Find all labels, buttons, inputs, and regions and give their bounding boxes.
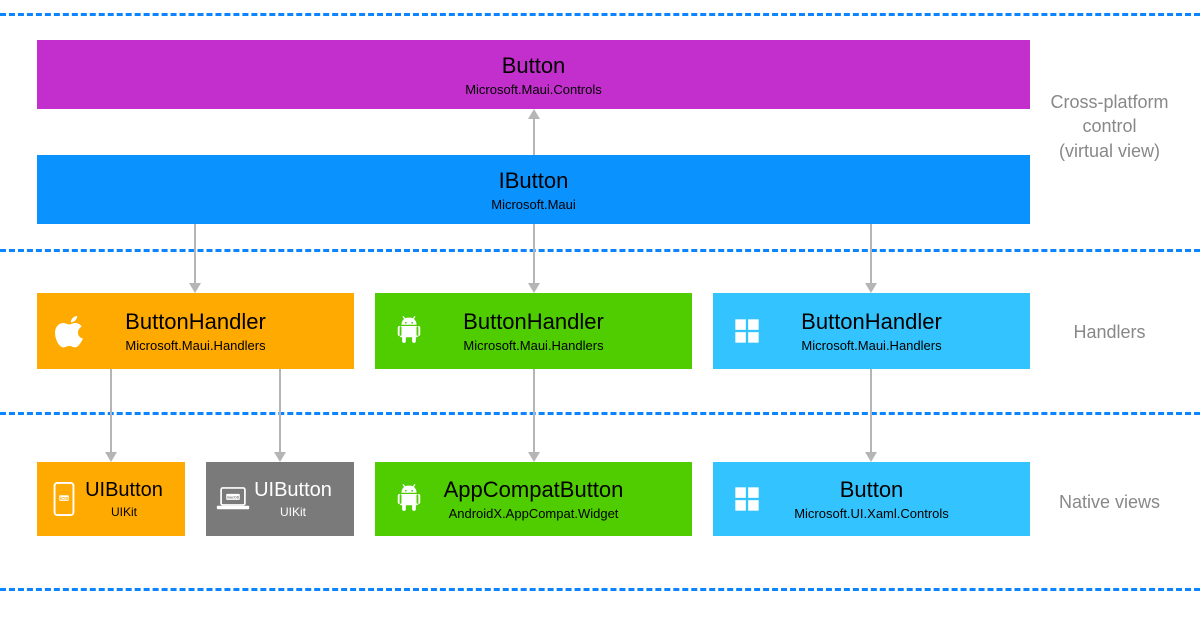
arrow-handler-windows-to-native xyxy=(865,369,877,462)
section-divider xyxy=(0,13,1200,16)
arrow-ibutton-to-handler-windows xyxy=(865,224,877,293)
box-title: UIButton xyxy=(254,479,332,502)
android-icon xyxy=(389,311,429,351)
box-title: ButtonHandler xyxy=(125,309,266,335)
section-label-bottom: Native views xyxy=(1037,490,1182,514)
box-subtitle: Microsoft.Maui.Handlers xyxy=(801,338,941,353)
box-title: ButtonHandler xyxy=(463,309,604,335)
box-title: ButtonHandler xyxy=(801,309,942,335)
box-handler-android: ButtonHandler Microsoft.Maui.Handlers xyxy=(375,293,692,369)
box-subtitle: Microsoft.UI.Xaml.Controls xyxy=(794,506,949,521)
box-subtitle: Microsoft.Maui xyxy=(491,197,576,212)
section-divider xyxy=(0,249,1200,252)
box-title: AppCompatButton xyxy=(444,477,624,503)
arrow-ibutton-to-handler-android xyxy=(528,224,540,293)
windows-icon xyxy=(727,311,767,351)
macos-device-icon: macOS xyxy=(216,482,250,516)
arrow-ibutton-to-button xyxy=(528,109,540,155)
arrow-handler-apple-to-ios xyxy=(105,369,117,462)
box-native-ios: iOS UIButton UIKit xyxy=(37,462,185,536)
box-subtitle: UIKit xyxy=(280,505,306,519)
arrow-handler-apple-to-macos xyxy=(274,369,286,462)
box-subtitle: Microsoft.Maui.Controls xyxy=(465,82,602,97)
ios-device-icon: iOS xyxy=(47,482,81,516)
box-native-android: AppCompatButton AndroidX.AppCompat.Widge… xyxy=(375,462,692,536)
box-title: IButton xyxy=(499,168,569,194)
box-ibutton: IButton Microsoft.Maui xyxy=(37,155,1030,224)
box-native-windows: Button Microsoft.UI.Xaml.Controls xyxy=(713,462,1030,536)
box-native-macos: macOS UIButton UIKit xyxy=(206,462,354,536)
box-title: UIButton xyxy=(85,479,163,502)
section-label-mid: Handlers xyxy=(1037,320,1182,344)
box-subtitle: Microsoft.Maui.Handlers xyxy=(125,338,265,353)
box-title: Button xyxy=(840,477,904,503)
windows-icon xyxy=(727,479,767,519)
box-subtitle: Microsoft.Maui.Handlers xyxy=(463,338,603,353)
box-title: Button xyxy=(502,53,566,79)
box-button: Button Microsoft.Maui.Controls xyxy=(37,40,1030,109)
svg-text:iOS: iOS xyxy=(60,496,69,502)
svg-text:macOS: macOS xyxy=(227,496,240,500)
box-subtitle: UIKit xyxy=(111,505,137,519)
arrow-handler-android-to-native xyxy=(528,369,540,462)
section-divider xyxy=(0,412,1200,415)
box-handler-apple: ButtonHandler Microsoft.Maui.Handlers xyxy=(37,293,354,369)
box-handler-windows: ButtonHandler Microsoft.Maui.Handlers xyxy=(713,293,1030,369)
android-icon xyxy=(389,479,429,519)
box-subtitle: AndroidX.AppCompat.Widget xyxy=(449,506,619,521)
apple-icon xyxy=(51,311,91,351)
section-divider xyxy=(0,588,1200,591)
section-label-top: Cross-platformcontrol(virtual view) xyxy=(1037,90,1182,163)
arrow-ibutton-to-handler-apple xyxy=(189,224,201,293)
